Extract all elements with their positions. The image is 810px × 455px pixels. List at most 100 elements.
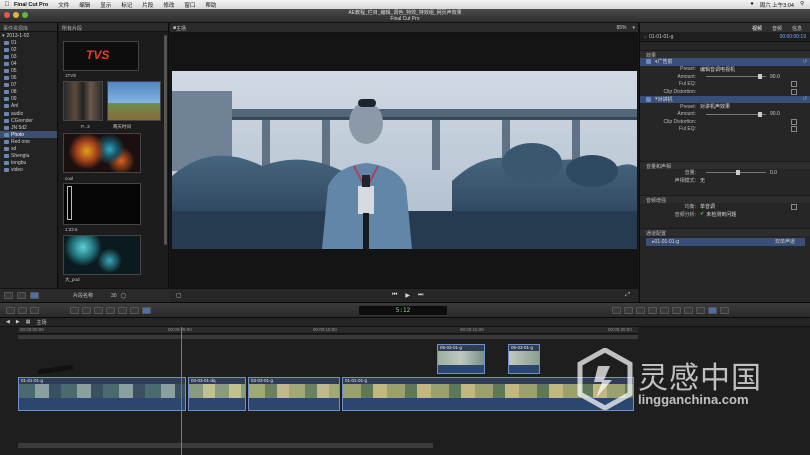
titles-icon[interactable]	[672, 307, 681, 314]
connected-clip-dark[interactable]	[37, 364, 74, 375]
event-item[interactable]: 02	[0, 46, 57, 53]
event-item[interactable]: audio	[0, 110, 57, 117]
duration-slider-icon[interactable]: ◯	[121, 293, 127, 299]
photo-icon[interactable]	[648, 307, 657, 314]
playhead[interactable]	[181, 327, 182, 455]
tab-audio[interactable]: 音频	[772, 25, 782, 32]
clip-dropdown-icon[interactable]	[130, 307, 139, 314]
inspector-toggle-icon[interactable]	[636, 307, 645, 314]
wifi-icon[interactable]: ●	[750, 1, 753, 9]
themes-icon[interactable]	[696, 307, 705, 314]
checkbox-icon[interactable]	[646, 96, 651, 102]
event-item[interactable]: Red one	[0, 138, 57, 145]
timeline-clip[interactable]: 05-03-01-g	[508, 344, 540, 374]
effects-section-title[interactable]: 效果	[640, 50, 810, 59]
event-item[interactable]: 01	[0, 39, 57, 46]
event-item[interactable]: 07	[0, 82, 57, 89]
checkbox-icon[interactable]	[646, 59, 651, 65]
clip-distortion-checkbox[interactable]	[791, 118, 797, 125]
event-item[interactable]: tongbu	[0, 160, 57, 167]
view-options-icon[interactable]: ▾	[632, 25, 635, 31]
tab-video[interactable]: 视频	[752, 25, 762, 32]
menu-window[interactable]: 窗口	[184, 1, 195, 9]
event-item[interactable]: video	[0, 167, 57, 174]
event-item[interactable]: 06	[0, 75, 57, 82]
timeline-clip[interactable]: 03-03-01-g	[248, 377, 340, 411]
timeline-scrollbar[interactable]	[18, 443, 433, 448]
fuleq-checkbox[interactable]	[791, 126, 797, 133]
slider-knob[interactable]	[758, 74, 762, 79]
menu-clip[interactable]: 片段	[142, 1, 153, 9]
analyze-icon[interactable]	[30, 307, 39, 314]
event-item[interactable]: 09	[0, 96, 57, 103]
pan-dropdown[interactable]: 无	[700, 177, 705, 184]
video-frame[interactable]	[172, 71, 637, 249]
timeline-project-name[interactable]: 主场	[36, 319, 46, 326]
apple-icon[interactable]: 	[0, 1, 14, 8]
menu-edit[interactable]: 编辑	[79, 1, 90, 9]
event-item[interactable]: Anl	[0, 103, 57, 110]
timeline-clip[interactable]: 03-03-01-dq	[188, 377, 246, 411]
fullscreen-icon[interactable]: ⤢	[625, 292, 630, 299]
event-item[interactable]: 03	[0, 53, 57, 60]
generators-icon[interactable]	[684, 307, 693, 314]
fuleq-checkbox[interactable]	[791, 81, 797, 88]
clip-thumbnail[interactable]	[63, 235, 141, 275]
clip-thumbnail[interactable]	[63, 133, 141, 173]
disclosure-icon[interactable]: ▾	[2, 33, 5, 39]
effect1-header[interactable]: ▾ 广告前 ↺	[640, 58, 810, 66]
preset-dropdown[interactable]: 编辑音调电视机	[700, 66, 735, 73]
search-icon[interactable]: ⚲	[800, 1, 804, 9]
search-icon[interactable]	[70, 307, 79, 314]
fit-icon[interactable]: ▢	[176, 292, 182, 299]
clip-thumbnail[interactable]: TVS	[63, 41, 139, 71]
volume-slider[interactable]	[706, 170, 766, 175]
eq-dropdown[interactable]: 单音调	[700, 203, 715, 210]
sort-label[interactable]: 片段名称	[73, 292, 93, 299]
menu-view[interactable]: 显示	[100, 1, 111, 9]
timeline-clip[interactable]: 01-01-01-g	[18, 377, 186, 411]
back-icon[interactable]: ◀	[6, 319, 10, 325]
amount-value[interactable]: 90.0	[770, 74, 780, 80]
clip-distortion-checkbox[interactable]	[791, 88, 797, 95]
enhance-section-title[interactable]: 音频增强	[640, 195, 810, 204]
viewer-zoom[interactable]: 85%	[616, 25, 626, 31]
clock[interactable]: 周六 上午3:04	[760, 1, 794, 9]
overwrite-clip-icon[interactable]	[118, 307, 127, 314]
go-to-start-icon[interactable]: ⏮	[392, 292, 397, 299]
amount-slider[interactable]	[706, 111, 766, 117]
retime-icon[interactable]	[624, 307, 633, 314]
connect-clip-icon[interactable]	[82, 307, 91, 314]
browser-scrollbar[interactable]	[164, 35, 167, 245]
menu-file[interactable]: 文件	[58, 1, 69, 9]
timeline-clip[interactable]: 05-03-01-g	[437, 344, 485, 374]
channel-row[interactable]: ▸ 01-01-01-g 双单声道	[646, 238, 805, 246]
volume-section-title[interactable]: 音量和声相	[640, 161, 810, 170]
event-item[interactable]: sd	[0, 146, 57, 153]
tab-info[interactable]: 信息	[792, 25, 802, 32]
eq-settings-icon[interactable]	[791, 203, 797, 210]
filmstrip-view-icon[interactable]	[30, 292, 39, 299]
event-item-selected[interactable]: Photo	[0, 131, 57, 139]
reset-icon[interactable]: ↺	[803, 96, 807, 102]
transitions-icon[interactable]	[720, 307, 729, 314]
preset-dropdown[interactable]: 对讲机声效果	[700, 103, 730, 110]
keyword-icon[interactable]	[18, 307, 27, 314]
event-item[interactable]: CGrender	[0, 117, 57, 124]
channels-section-title[interactable]: 通道配置	[640, 228, 810, 237]
zoom-count[interactable]: 30	[111, 293, 117, 299]
enhance-icon[interactable]	[612, 307, 621, 314]
app-menu[interactable]: Final Cut Pro	[14, 2, 48, 8]
list-view-icon[interactable]	[17, 292, 26, 299]
select-tool-icon[interactable]	[142, 307, 151, 314]
event-item[interactable]: 05	[0, 67, 57, 74]
clip-thumbnail[interactable]	[63, 183, 141, 225]
effects-browser-icon[interactable]	[708, 307, 717, 314]
timeline-ruler[interactable]: 00:00:00:00 00:00:05:00 00:00:10:00 00:0…	[18, 327, 638, 334]
reset-icon[interactable]: ↺	[803, 59, 807, 65]
effect2-header[interactable]: ▾ 对讲机 ↺	[640, 95, 810, 103]
event-item[interactable]: 08	[0, 89, 57, 96]
channel-dropdown[interactable]: 双单声道	[775, 238, 795, 245]
slider-knob[interactable]	[736, 170, 740, 175]
append-clip-icon[interactable]	[106, 307, 115, 314]
